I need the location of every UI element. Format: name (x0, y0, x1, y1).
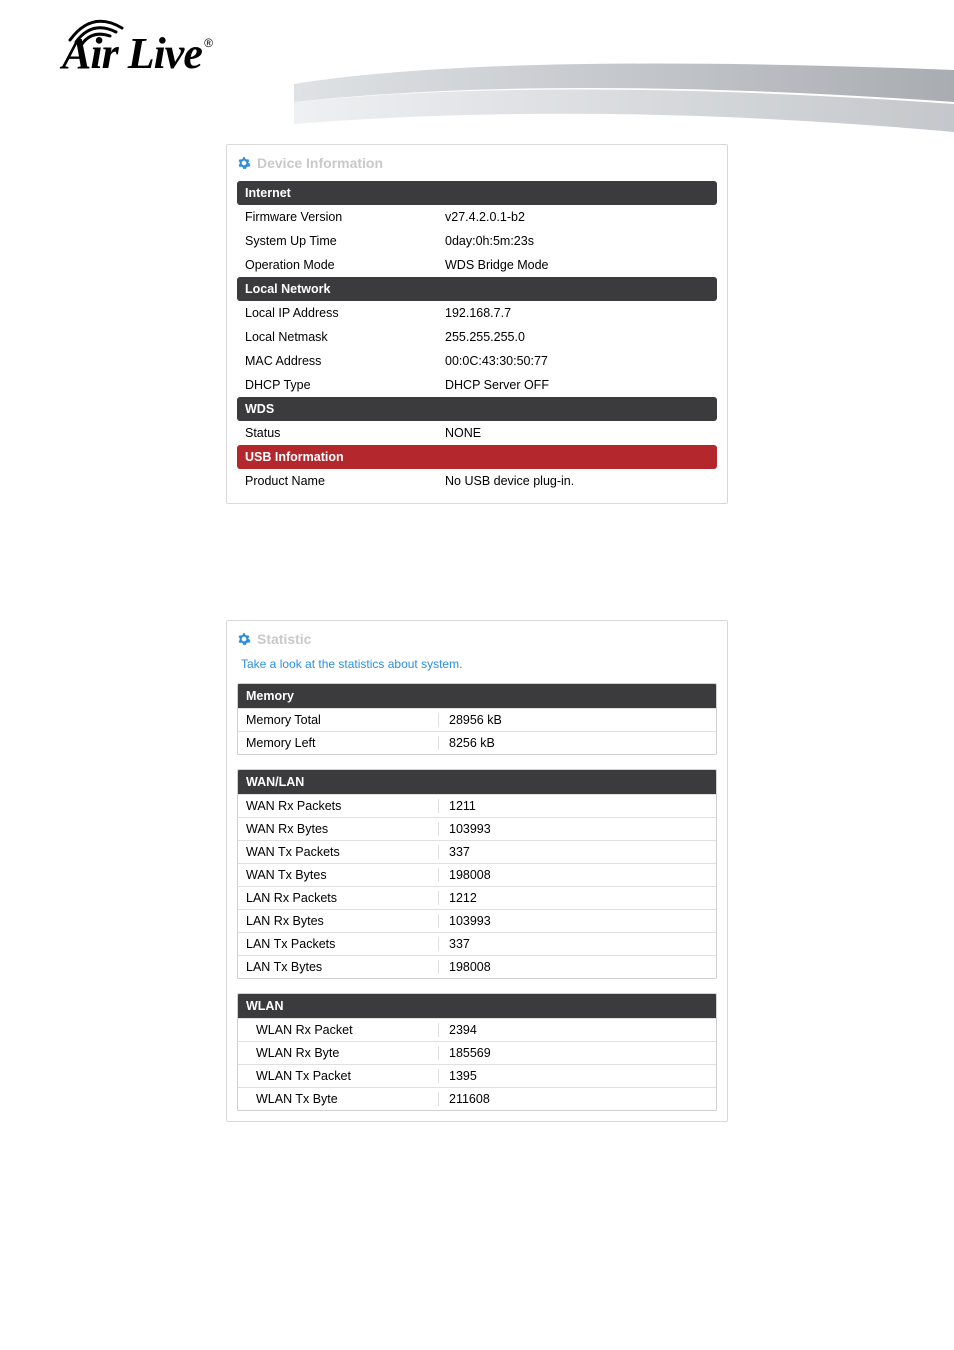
stat-row: WLAN Rx Packet2394 (238, 1018, 716, 1041)
stat-value: 185569 (438, 1046, 708, 1060)
stat-label: Memory Left (246, 736, 446, 750)
stat-value: 1211 (438, 799, 708, 813)
info-row: System Up Time0day:0h:5m:23s (237, 229, 717, 253)
stat-label: Memory Total (246, 713, 446, 727)
stat-value: 2394 (438, 1023, 708, 1037)
statistic-title: Statistic (257, 631, 311, 647)
info-label: Product Name (245, 474, 445, 488)
stat-label: LAN Tx Bytes (246, 960, 446, 974)
section-header: WDS (237, 397, 717, 421)
info-row: Local IP Address192.168.7.7 (237, 301, 717, 325)
stat-label: LAN Tx Packets (246, 937, 446, 951)
stat-row: LAN Rx Bytes103993 (238, 909, 716, 932)
stat-label: WAN Tx Bytes (246, 868, 446, 882)
stat-row: LAN Tx Packets337 (238, 932, 716, 955)
info-label: MAC Address (245, 354, 445, 368)
device-information-panel: Device Information InternetFirmware Vers… (226, 144, 728, 504)
info-row: StatusNONE (237, 421, 717, 445)
info-value: NONE (445, 426, 709, 440)
stat-value: 1212 (438, 891, 708, 905)
stat-label: WLAN Rx Byte (246, 1046, 446, 1060)
brand-logo: Air Live ® (62, 28, 202, 79)
stat-row: WAN Rx Packets1211 (238, 794, 716, 817)
info-label: System Up Time (245, 234, 445, 248)
stat-value: 103993 (438, 914, 708, 928)
device-info-title: Device Information (257, 155, 383, 171)
info-row: Operation ModeWDS Bridge Mode (237, 253, 717, 277)
section-header: Internet (237, 181, 717, 205)
stat-value: 198008 (438, 868, 708, 882)
gear-icon (237, 632, 251, 646)
stat-row: Memory Total28956 kB (238, 708, 716, 731)
stat-row: LAN Rx Packets1212 (238, 886, 716, 909)
info-value: WDS Bridge Mode (445, 258, 709, 272)
panel-header: Device Information (237, 149, 717, 181)
statistic-subtitle: Take a look at the statistics about syst… (237, 657, 717, 683)
statistic-panel: Statistic Take a look at the statistics … (226, 620, 728, 1122)
stat-row: WLAN Rx Byte185569 (238, 1041, 716, 1064)
info-label: Local Netmask (245, 330, 445, 344)
stat-value: 337 (438, 937, 708, 951)
stat-label: WLAN Rx Packet (246, 1023, 446, 1037)
info-label: Firmware Version (245, 210, 445, 224)
gear-icon (237, 156, 251, 170)
stat-row: Memory Left8256 kB (238, 731, 716, 754)
stat-row: WAN Rx Bytes103993 (238, 817, 716, 840)
stat-row: WAN Tx Packets337 (238, 840, 716, 863)
info-label: Status (245, 426, 445, 440)
stat-row: WLAN Tx Byte211608 (238, 1087, 716, 1110)
info-label: Operation Mode (245, 258, 445, 272)
header-swoosh-graphic (294, 62, 954, 132)
stat-label: WAN Rx Bytes (246, 822, 446, 836)
info-row: Local Netmask255.255.255.0 (237, 325, 717, 349)
info-value: 192.168.7.7 (445, 306, 709, 320)
info-value: v27.4.2.0.1-b2 (445, 210, 709, 224)
registered-mark: ® (204, 36, 212, 50)
stat-value: 337 (438, 845, 708, 859)
stat-label: LAN Rx Packets (246, 891, 446, 905)
device-info-table: InternetFirmware Versionv27.4.2.0.1-b2Sy… (237, 181, 717, 493)
stat-label: WAN Tx Packets (246, 845, 446, 859)
stat-header: Memory (238, 684, 716, 708)
info-value: 00:0C:43:30:50:77 (445, 354, 709, 368)
stat-value: 211608 (438, 1092, 708, 1106)
stat-table: WAN/LANWAN Rx Packets1211WAN Rx Bytes103… (237, 769, 717, 979)
stat-header: WLAN (238, 994, 716, 1018)
section-header: Local Network (237, 277, 717, 301)
stat-row: WLAN Tx Packet1395 (238, 1064, 716, 1087)
stat-table: MemoryMemory Total28956 kBMemory Left825… (237, 683, 717, 755)
stat-table: WLANWLAN Rx Packet2394WLAN Rx Byte185569… (237, 993, 717, 1111)
stat-row: LAN Tx Bytes198008 (238, 955, 716, 978)
stat-value: 1395 (438, 1069, 708, 1083)
info-value: 0day:0h:5m:23s (445, 234, 709, 248)
info-value: 255.255.255.0 (445, 330, 709, 344)
stat-value: 28956 kB (438, 713, 708, 727)
section-header: USB Information (237, 445, 717, 469)
info-row: DHCP TypeDHCP Server OFF (237, 373, 717, 397)
brand-logo-text: Air Live ® (62, 28, 202, 79)
info-label: DHCP Type (245, 378, 445, 392)
stat-label: WAN Rx Packets (246, 799, 446, 813)
stat-value: 198008 (438, 960, 708, 974)
statistic-tables: MemoryMemory Total28956 kBMemory Left825… (237, 683, 717, 1111)
info-value: DHCP Server OFF (445, 378, 709, 392)
info-row: Product NameNo USB device plug-in. (237, 469, 717, 493)
info-row: Firmware Versionv27.4.2.0.1-b2 (237, 205, 717, 229)
info-row: MAC Address00:0C:43:30:50:77 (237, 349, 717, 373)
stat-label: WLAN Tx Byte (246, 1092, 446, 1106)
stat-header: WAN/LAN (238, 770, 716, 794)
stat-label: LAN Rx Bytes (246, 914, 446, 928)
page-header: Air Live ® (0, 0, 954, 130)
info-label: Local IP Address (245, 306, 445, 320)
panel-header: Statistic (237, 625, 717, 657)
stat-value: 103993 (438, 822, 708, 836)
stat-value: 8256 kB (438, 736, 708, 750)
stat-row: WAN Tx Bytes198008 (238, 863, 716, 886)
stat-label: WLAN Tx Packet (246, 1069, 446, 1083)
info-value: No USB device plug-in. (445, 474, 709, 488)
brand-name: Air Live (62, 29, 202, 78)
